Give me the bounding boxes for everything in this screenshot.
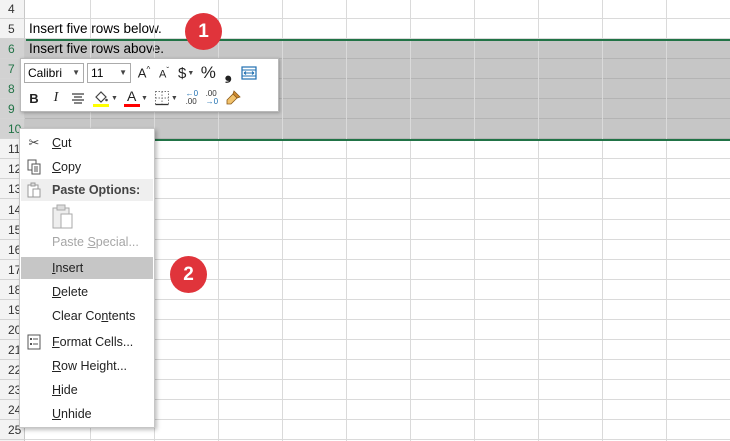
menu-item-delete[interactable]: Delete: [21, 281, 153, 303]
increase-decimal-icon: ←0 .00: [185, 89, 199, 106]
menu-item-label: Copy: [52, 160, 82, 174]
borders-button[interactable]: ▼: [154, 88, 178, 108]
menu-item-cut[interactable]: ✂ Cut: [21, 132, 153, 154]
menu-item-hide[interactable]: Hide: [21, 379, 153, 401]
paste-options-header: Paste Options:: [21, 179, 153, 201]
menu-item-label: Cut: [52, 136, 72, 150]
percent-style-button[interactable]: %: [200, 63, 216, 83]
menu-item-insert[interactable]: Insert: [21, 257, 153, 279]
grow-font-icon: A^: [137, 65, 151, 81]
scissors-icon: ✂: [28, 135, 40, 150]
chevron-down-icon: ▼: [187, 69, 195, 77]
format-painter-button[interactable]: [224, 88, 242, 108]
menu-item-label: Row Height...: [52, 359, 128, 373]
chevron-down-icon: ▼: [119, 68, 127, 77]
merge-center-icon: [241, 66, 257, 80]
chevron-down-icon: ▼: [72, 68, 80, 77]
bold-button[interactable]: B: [26, 88, 42, 108]
paste-option-button[interactable]: [51, 204, 75, 230]
chevron-down-icon: ▼: [140, 94, 148, 102]
percent-icon: %: [200, 63, 216, 82]
font-color-icon: A: [123, 88, 140, 107]
copy-icon: [26, 159, 42, 175]
format-cells-icon: [26, 334, 42, 350]
merge-center-button[interactable]: [241, 63, 257, 83]
paintbrush-icon: [226, 90, 241, 105]
comma-style-button[interactable]: ❟: [220, 63, 236, 83]
mini-toolbar: Calibri ▼ 11 ▼ A^ Aˇ $ ▼ % ❟ B I ▼ A ▼ ▼…: [20, 58, 279, 112]
borders-icon: [154, 91, 169, 106]
decrease-decimal-icon: .00 →0: [205, 89, 219, 106]
sheet-row[interactable]: 4: [0, 0, 730, 19]
chevron-down-icon: ▼: [170, 94, 178, 102]
comma-icon: ❟: [224, 62, 232, 83]
bold-icon: B: [29, 90, 39, 106]
menu-item-label: Hide: [52, 383, 78, 397]
clipboard-icon: [26, 182, 42, 198]
sheet-row[interactable]: 5 Insert five rows below.: [0, 19, 730, 40]
menu-item-paste-special[interactable]: Paste Special...: [21, 231, 153, 253]
menu-item-format-cells[interactable]: Format Cells...: [21, 331, 153, 353]
increase-decimal-button[interactable]: ←0 .00: [184, 88, 200, 108]
menu-item-clear-contents[interactable]: Clear Contents: [21, 305, 153, 327]
paint-bucket-icon: [93, 91, 109, 107]
shrink-font-icon: Aˇ: [158, 65, 169, 81]
row-header[interactable]: 6: [0, 39, 25, 60]
step-badge-2: 2: [170, 256, 207, 293]
menu-item-label: Paste Special...: [52, 235, 139, 249]
dollar-icon: $: [178, 64, 187, 82]
font-size-value: 11: [91, 66, 104, 80]
chevron-down-icon: ▼: [111, 94, 118, 102]
center-align-icon: [72, 93, 84, 104]
font-size-dropdown[interactable]: 11 ▼: [87, 63, 131, 83]
italic-icon: I: [53, 90, 59, 105]
menu-item-copy[interactable]: Copy: [21, 156, 153, 178]
menu-item-label: Paste Options:: [52, 183, 141, 197]
menu-item-label: Insert: [52, 261, 84, 275]
menu-item-label: Delete: [52, 285, 89, 299]
step-badge-1: 1: [185, 13, 222, 50]
cell-text[interactable]: Insert five rows below.: [29, 19, 162, 39]
menu-item-label: Unhide: [52, 407, 92, 421]
currency-format-button[interactable]: $ ▼: [178, 63, 194, 83]
decrease-decimal-button[interactable]: .00 →0: [204, 88, 220, 108]
row-header[interactable]: 4: [0, 0, 25, 19]
shrink-font-button[interactable]: Aˇ: [156, 63, 172, 83]
menu-item-label: Format Cells...: [52, 335, 134, 349]
menu-item-unhide[interactable]: Unhide: [21, 403, 153, 425]
font-color-button[interactable]: A ▼: [123, 88, 148, 108]
center-align-button[interactable]: [70, 88, 86, 108]
italic-button[interactable]: I: [48, 88, 64, 108]
font-name-value: Calibri: [28, 66, 63, 80]
grow-font-button[interactable]: A^: [136, 63, 152, 83]
context-menu: ✂ Cut Copy Paste Options: Paste Special.…: [19, 128, 155, 428]
menu-item-label: Clear Contents: [52, 309, 136, 323]
fill-color-button[interactable]: ▼: [92, 88, 118, 108]
font-name-dropdown[interactable]: Calibri ▼: [24, 63, 84, 83]
clipboard-icon: [52, 204, 73, 229]
row-header[interactable]: 5: [0, 19, 25, 40]
menu-item-row-height[interactable]: Row Height...: [21, 355, 153, 377]
